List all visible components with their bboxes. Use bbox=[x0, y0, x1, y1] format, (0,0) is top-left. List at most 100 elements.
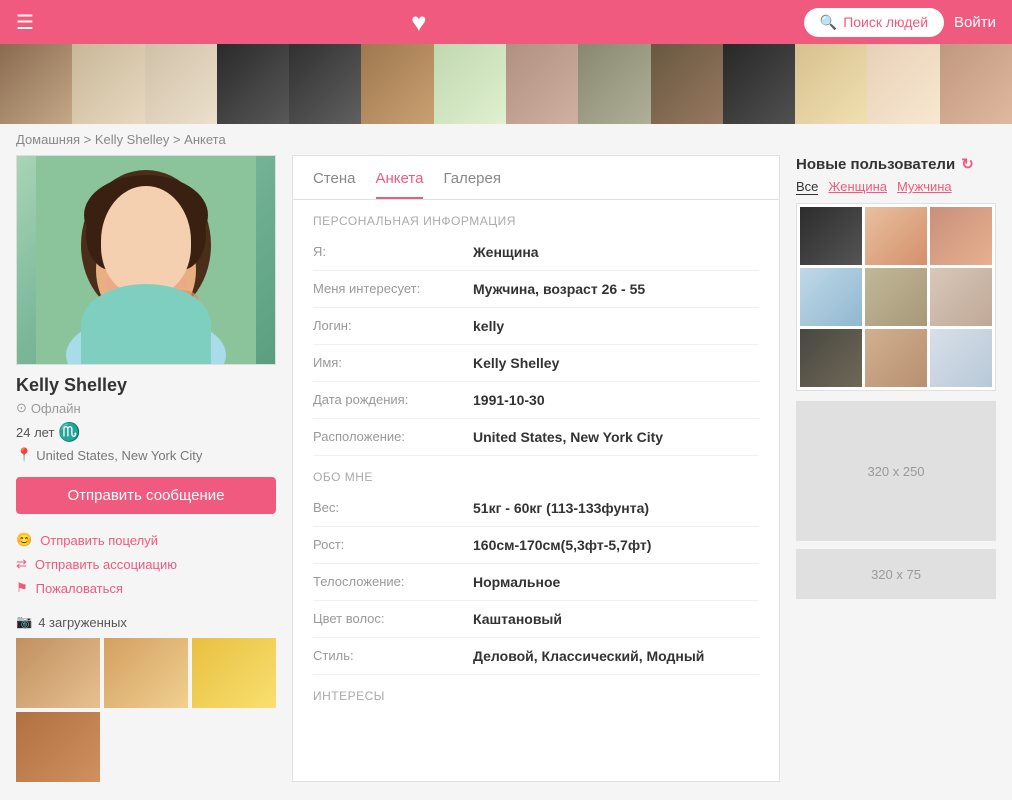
strip-photo-5[interactable] bbox=[289, 44, 361, 124]
strip-photo-9[interactable] bbox=[578, 44, 650, 124]
new-user-9[interactable] bbox=[930, 329, 992, 387]
info-label: Расположение: bbox=[313, 429, 473, 444]
main-container: Kelly Shelley ⊙ Офлайн 24 лет ♏ 📍 United… bbox=[0, 155, 1012, 798]
new-user-4[interactable] bbox=[800, 268, 862, 326]
info-label: Вес: bbox=[313, 500, 473, 515]
camera-icon: 📷 bbox=[16, 614, 32, 630]
send-message-button[interactable]: Отправить сообщение bbox=[16, 477, 276, 514]
profile-photo bbox=[16, 155, 276, 365]
info-value: Kelly Shelley bbox=[473, 355, 559, 371]
strip-photo-14[interactable] bbox=[940, 44, 1012, 124]
strip-photo-13[interactable] bbox=[867, 44, 939, 124]
location-icon: 📍 bbox=[16, 447, 32, 463]
association-icon: ⇄ bbox=[16, 556, 27, 572]
profile-status: ⊙ Офлайн bbox=[16, 400, 276, 416]
profile-info: ПЕРСОНАЛЬНАЯ ИНФОРМАЦИЯ Я: Женщина Меня и… bbox=[293, 200, 779, 729]
strip-photo-2[interactable] bbox=[72, 44, 144, 124]
strip-photo-12[interactable] bbox=[795, 44, 867, 124]
info-value: Нормальное bbox=[473, 574, 560, 590]
info-value: Мужчина, возраст 26 - 55 bbox=[473, 281, 645, 297]
photo-thumb-3[interactable] bbox=[192, 638, 276, 708]
refresh-icon[interactable]: ↻ bbox=[961, 155, 974, 173]
info-row: Вес: 51кг - 60кг (113-133фунта) bbox=[313, 490, 759, 527]
strip-photo-1[interactable] bbox=[0, 44, 72, 124]
interests-title: ИНТЕРЕСЫ bbox=[313, 675, 759, 709]
search-icon: 🔍 bbox=[820, 14, 837, 31]
breadcrumb: Домашняя > Kelly Shelley > Анкета bbox=[0, 124, 1012, 155]
info-label: Телосложение: bbox=[313, 574, 473, 589]
info-value: Женщина bbox=[473, 244, 539, 260]
report-link[interactable]: ⚑ Пожаловаться bbox=[16, 576, 276, 600]
breadcrumb-current: Анкета bbox=[184, 132, 226, 147]
strip-photo-6[interactable] bbox=[361, 44, 433, 124]
strip-photo-8[interactable] bbox=[506, 44, 578, 124]
personal-info-title: ПЕРСОНАЛЬНАЯ ИНФОРМАЦИЯ bbox=[313, 200, 759, 234]
photo-thumb-4[interactable] bbox=[16, 712, 100, 782]
right-sidebar: Новые пользователи ↻ Все Женщина Мужчина… bbox=[796, 155, 996, 782]
header-right: 🔍 Поиск людей Войти bbox=[804, 8, 996, 37]
info-row: Цвет волос: Каштановый bbox=[313, 601, 759, 638]
info-row: Дата рождения: 1991-10-30 bbox=[313, 382, 759, 419]
search-button[interactable]: 🔍 Поиск людей bbox=[804, 8, 944, 37]
breadcrumb-home[interactable]: Домашняя bbox=[16, 132, 80, 147]
new-user-3[interactable] bbox=[930, 207, 992, 265]
header: ☰ ♥ 🔍 Поиск людей Войти bbox=[0, 0, 1012, 44]
info-row: Стиль: Деловой, Классический, Модный bbox=[313, 638, 759, 675]
new-user-6[interactable] bbox=[930, 268, 992, 326]
info-value: Каштановый bbox=[473, 611, 562, 627]
personal-info-rows: Я: Женщина Меня интересует: Мужчина, возр… bbox=[313, 234, 759, 456]
new-user-8[interactable] bbox=[865, 329, 927, 387]
new-user-1[interactable] bbox=[800, 207, 862, 265]
ad-banner-small: 320 x 75 bbox=[796, 549, 996, 599]
info-value: Деловой, Классический, Модный bbox=[473, 648, 704, 664]
filter-all[interactable]: Все bbox=[796, 179, 818, 195]
new-user-7[interactable] bbox=[800, 329, 862, 387]
filter-tabs: Все Женщина Мужчина bbox=[796, 179, 996, 195]
info-value: 51кг - 60кг (113-133фунта) bbox=[473, 500, 649, 516]
info-value: 160см-170см(5,3фт-5,7фт) bbox=[473, 537, 651, 553]
tab-profile[interactable]: Анкета bbox=[376, 170, 424, 199]
flag-icon: ⚑ bbox=[16, 580, 28, 596]
login-button[interactable]: Войти bbox=[954, 14, 996, 31]
strip-photo-11[interactable] bbox=[723, 44, 795, 124]
menu-icon[interactable]: ☰ bbox=[16, 10, 34, 35]
strip-photo-10[interactable] bbox=[651, 44, 723, 124]
tab-wall[interactable]: Стена bbox=[313, 170, 356, 199]
info-value: kelly bbox=[473, 318, 504, 334]
send-kiss-link[interactable]: 😊 Отправить поцелуй bbox=[16, 528, 276, 552]
profile-name: Kelly Shelley bbox=[16, 375, 276, 396]
info-row: Меня интересует: Мужчина, возраст 26 - 5… bbox=[313, 271, 759, 308]
ad-banner-main: 320 x 250 bbox=[796, 401, 996, 541]
strip-photo-7[interactable] bbox=[434, 44, 506, 124]
tab-gallery[interactable]: Галерея bbox=[443, 170, 501, 199]
info-label: Я: bbox=[313, 244, 473, 259]
info-label: Рост: bbox=[313, 537, 473, 552]
new-user-2[interactable] bbox=[865, 207, 927, 265]
info-label: Имя: bbox=[313, 355, 473, 370]
filter-male[interactable]: Мужчина bbox=[897, 179, 952, 195]
send-association-link[interactable]: ⇄ Отправить ассоциацию bbox=[16, 552, 276, 576]
info-row: Имя: Kelly Shelley bbox=[313, 345, 759, 382]
action-links: 😊 Отправить поцелуй ⇄ Отправить ассоциац… bbox=[16, 528, 276, 600]
new-users-header: Новые пользователи ↻ bbox=[796, 155, 996, 173]
filter-female[interactable]: Женщина bbox=[828, 179, 887, 195]
info-row: Рост: 160см-170см(5,3фт-5,7фт) bbox=[313, 527, 759, 564]
about-me-title: ОБО МНЕ bbox=[313, 456, 759, 490]
info-label: Цвет волос: bbox=[313, 611, 473, 626]
info-label: Стиль: bbox=[313, 648, 473, 663]
photo-thumb-2[interactable] bbox=[104, 638, 188, 708]
breadcrumb-name[interactable]: Kelly Shelley bbox=[95, 132, 169, 147]
photo-thumb-1[interactable] bbox=[16, 638, 100, 708]
zodiac-icon: ♏ bbox=[58, 422, 80, 443]
about-me-rows: Вес: 51кг - 60кг (113-133фунта)Рост: 160… bbox=[313, 490, 759, 675]
info-row: Логин: kelly bbox=[313, 308, 759, 345]
center-content: Стена Анкета Галерея ПЕРСОНАЛЬНАЯ ИНФОРМ… bbox=[292, 155, 780, 782]
strip-photo-3[interactable] bbox=[145, 44, 217, 124]
strip-photo-4[interactable] bbox=[217, 44, 289, 124]
info-label: Меня интересует: bbox=[313, 281, 473, 296]
left-sidebar: Kelly Shelley ⊙ Офлайн 24 лет ♏ 📍 United… bbox=[16, 155, 276, 782]
info-row: Телосложение: Нормальное bbox=[313, 564, 759, 601]
new-user-5[interactable] bbox=[865, 268, 927, 326]
photos-count: 📷 4 загруженных bbox=[16, 614, 276, 630]
info-value: United States, New York City bbox=[473, 429, 663, 445]
